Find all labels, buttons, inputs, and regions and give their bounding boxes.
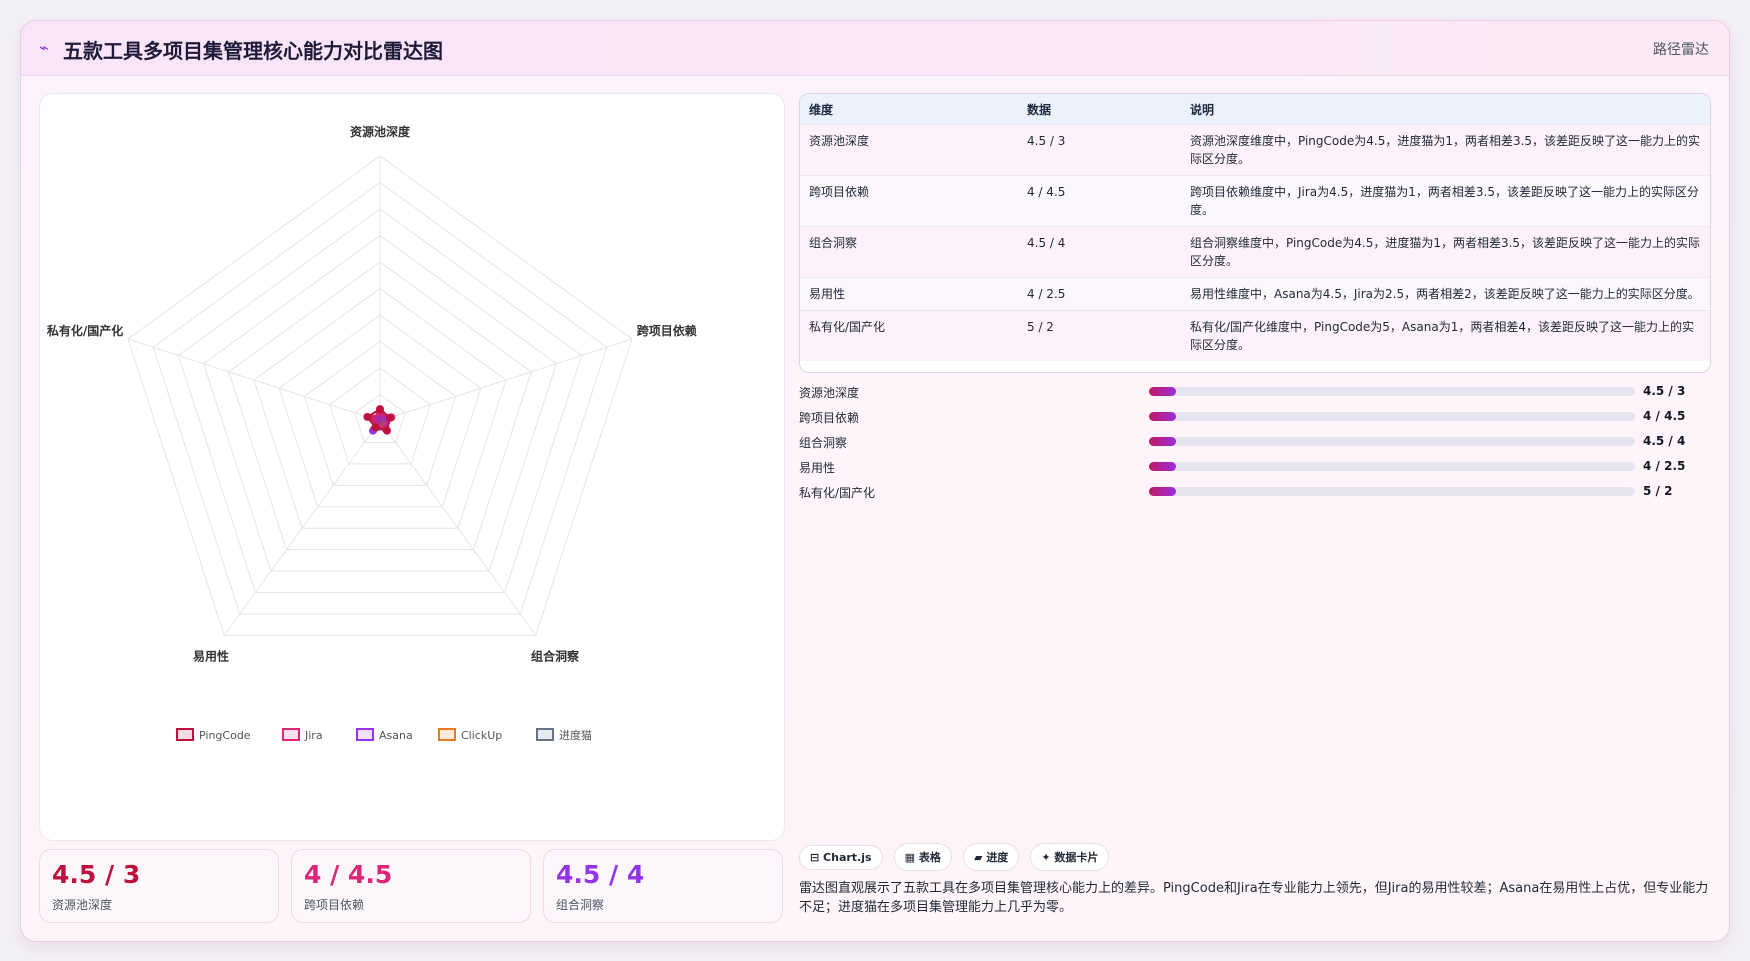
progress-row: 易用性 4 / 2.5 [799, 456, 1709, 481]
legend-swatch [356, 728, 374, 741]
progress-track [1149, 387, 1635, 396]
wave-icon: ⌁ [39, 38, 49, 57]
progress-track [1149, 412, 1635, 421]
legend-swatch [282, 728, 300, 741]
legend-item-label: Asana [379, 729, 413, 742]
progress-label: 资源池深度 [799, 386, 860, 400]
chart-type-tag: 路径雷达 [1653, 42, 1709, 58]
kpi-label: 组合洞察 [556, 898, 605, 912]
progress-fill [1149, 387, 1176, 396]
kpi-label: 资源池深度 [52, 898, 113, 912]
legend-item-label: Jira [304, 729, 323, 742]
table-cell: 跨项目依赖维度中，Jira为4.5，进度猫为1，两者相差3.5，该差距反映了这一… [1181, 175, 1710, 227]
progress-value: 5 / 2 [1643, 484, 1673, 498]
legend-swatch [176, 728, 194, 741]
kpi-value: 4.5 / 3 [52, 860, 141, 889]
radar-axis-line [127, 338, 381, 422]
table-cell: 4 / 2.5 [1018, 277, 1181, 311]
progress-value: 4.5 / 4 [1643, 434, 1686, 448]
radar-chart: 资源池深度跨项目依赖组合洞察 易用性 私有化/国产化 PingCode Jira Asan… [46, 124, 697, 742]
progress-row: 资源池深度 4.5 / 3 [799, 381, 1709, 406]
legend-item-label: 进度猫 [559, 728, 592, 742]
radar-data-point [371, 423, 380, 432]
kpi-card: 4.5 / 4 组合洞察 [543, 849, 783, 923]
progress-label: 组合洞察 [799, 436, 848, 450]
table-row: 易用性 4 / 2.5 易用性维度中，Asana为4.5，Jira为2.5，两者… [800, 277, 1710, 311]
progress-fill [1149, 462, 1176, 471]
table-cell: 4.5 / 3 [1018, 124, 1181, 176]
radar-data-point [386, 413, 395, 422]
radar-axis-label: 私有化/国产化 [46, 323, 123, 338]
progress-fill [1149, 487, 1176, 496]
kpi-value: 4.5 / 4 [556, 860, 645, 889]
kpi-card: 4.5 / 3 资源池深度 [39, 849, 279, 923]
progress-track [1149, 437, 1635, 446]
table-cell: 4 / 4.5 [1018, 175, 1181, 227]
progress-value: 4 / 4.5 [1643, 409, 1686, 423]
progress-value: 4 / 2.5 [1643, 459, 1686, 473]
radar-axis-line [379, 338, 633, 422]
radar-data-point [376, 405, 384, 414]
table-cell: 4.5 / 4 [1018, 226, 1181, 278]
summary-text: 雷达图直观展示了五款工具在多项目集管理核心能力上的差异。PingCode和Jir… [799, 881, 1709, 915]
kpi-label: 跨项目依赖 [304, 898, 365, 912]
kpi-card: 4 / 4.5 跨项目依赖 [291, 849, 531, 923]
progress-label: 跨项目依赖 [799, 411, 860, 425]
comparison-table: 维度 数据 说明 资源池深度 4.5 / 3 资源池深度维度中，PingCode… [799, 93, 1711, 373]
chip-table[interactable]: ▦ 表格 [893, 843, 952, 871]
table-cell: 组合洞察维度中，PingCode为4.5，进度猫为1，两者相差3.5，该差距反映… [1181, 226, 1710, 278]
progress-row: 组合洞察 4.5 / 4 [799, 431, 1709, 456]
table-row: 跨项目依赖 4 / 4.5 跨项目依赖维度中，Jira为4.5，进度猫为1，两者… [800, 175, 1710, 227]
header-bar: ⌁ 五款工具多项目集管理核心能力对比雷达图 路径雷达 [21, 21, 1729, 76]
table-row: 私有化/国产化 5 / 2 私有化/国产化维度中，PingCode为5，Asan… [800, 310, 1710, 361]
table-cell: 私有化/国产化 [800, 310, 1018, 361]
radar-data-point [383, 426, 392, 435]
progress-row: 私有化/国产化 5 / 2 [799, 481, 1709, 506]
page-title: 五款工具多项目集管理核心能力对比雷达图 [63, 39, 443, 63]
legend-item-label: ClickUp [461, 729, 502, 742]
radar-axis-label: 资源池深度 [350, 124, 411, 139]
legend-swatch [438, 728, 456, 741]
table-cell: 易用性 [800, 277, 1018, 311]
table-cell: 易用性维度中，Asana为4.5，Jira为2.5，两者相差2，该差距反映了这一… [1181, 277, 1710, 311]
table-cell: 私有化/国产化维度中，PingCode为5，Asana为1，两者相差4，该差距反… [1181, 310, 1710, 361]
progress-label: 私有化/国产化 [799, 486, 876, 500]
progress-list: 资源池深度 4.5 / 3 跨项目依赖 4 / 4.5 组合洞察 4.5 / 4… [799, 381, 1709, 506]
radar-data-point [363, 412, 372, 421]
table-cell: 资源池深度 [800, 124, 1018, 176]
table-row: 资源池深度 4.5 / 3 资源池深度维度中，PingCode为4.5，进度猫为… [800, 124, 1710, 176]
radar-axis-label: 跨项目依赖 [637, 323, 697, 338]
progress-fill [1149, 437, 1176, 446]
progress-label: 易用性 [799, 461, 836, 475]
table-row: 组合洞察 4.5 / 4 组合洞察维度中，PingCode为4.5，进度猫为1，… [800, 226, 1710, 278]
progress-fill [1149, 412, 1176, 421]
table-cell: 5 / 2 [1018, 310, 1181, 361]
dashboard-card: ⌁ 五款工具多项目集管理核心能力对比雷达图 路径雷达 资源池深度 跨项目依赖 组合洞… [20, 20, 1730, 942]
chip-data-cards[interactable]: ✦ 数据卡片 [1030, 843, 1110, 871]
table-cell: 跨项目依赖 [800, 175, 1018, 227]
legend-item-label: PingCode [199, 729, 251, 742]
chip-progress[interactable]: ▰ 进度 [962, 843, 1020, 871]
radar-axis-label: 易用性 [193, 648, 229, 663]
chip-chartjs[interactable]: ⊟ Chart.js [799, 845, 883, 870]
kpi-value: 4 / 4.5 [304, 860, 393, 889]
progress-value: 4.5 / 3 [1643, 384, 1686, 398]
table-cell: 资源池深度维度中，PingCode为4.5，进度猫为1，两者相差3.5，该差距反… [1181, 124, 1710, 176]
progress-row: 跨项目依赖 4 / 4.5 [799, 406, 1709, 431]
radar-axis-label: 组合洞察 [531, 648, 580, 663]
progress-track [1149, 487, 1635, 496]
radar-chart-panel: 资源池深度跨项目依赖组合洞察 易用性 私有化/国产化 PingCode Jira Asan… [39, 93, 785, 841]
column-header: 说明 [1181, 94, 1710, 125]
progress-track [1149, 462, 1635, 471]
table-header-row: 维度 数据 说明 [800, 94, 1710, 125]
column-header: 维度 [800, 94, 1018, 125]
column-header: 数据 [1018, 94, 1181, 125]
table-cell: 组合洞察 [800, 226, 1018, 278]
legend-swatch [536, 728, 554, 741]
view-chip-bar: ⊟ Chart.js ▦ 表格 ▰ 进度 ✦ 数据卡片 [799, 843, 1115, 871]
